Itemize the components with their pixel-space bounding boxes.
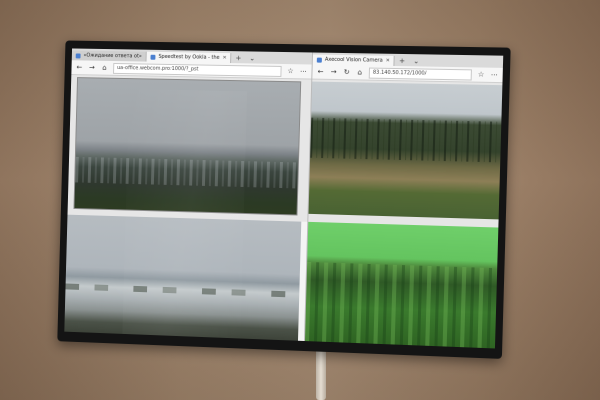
back-button[interactable]: ←: [316, 68, 324, 76]
tab-waiting[interactable]: «Ожидание ответа ot»: [71, 50, 147, 62]
camera-feed-river[interactable]: [64, 214, 302, 342]
address-bar[interactable]: 83.140.50.172/1000/: [368, 67, 472, 81]
more-icon[interactable]: ⋯: [490, 71, 498, 79]
refresh-icon[interactable]: ↻: [343, 68, 351, 76]
wall-scene: «Ожидание ответа ot» Speedtest by Ookla …: [0, 0, 600, 400]
village-houses: [75, 156, 298, 189]
tab-label: «Ожидание ответа ot»: [83, 52, 142, 60]
home-icon[interactable]: ⌂: [100, 64, 108, 72]
camera-icon: [316, 57, 322, 63]
home-icon[interactable]: ⌂: [356, 68, 364, 76]
speedtest-icon: [150, 54, 156, 60]
close-icon[interactable]: ✕: [222, 55, 226, 61]
page-content: [64, 75, 312, 342]
new-tab-button[interactable]: +: [231, 53, 245, 63]
camera-feed-forest[interactable]: [308, 81, 503, 220]
chevron-down-icon[interactable]: ⌄: [245, 53, 259, 63]
close-icon[interactable]: ✕: [386, 58, 390, 64]
wall-mounted-tv: «Ожидание ответа ot» Speedtest by Ookla …: [57, 40, 511, 359]
browser-window-left: «Ожидание ответа ot» Speedtest by Ookla …: [64, 48, 314, 342]
tab-label: Speedtest by Ookla - the: [158, 53, 220, 61]
more-icon[interactable]: ⋯: [299, 67, 307, 75]
camera-feed-green[interactable]: [304, 221, 499, 349]
loading-icon: [75, 52, 81, 58]
forward-button[interactable]: →: [88, 64, 96, 72]
back-button[interactable]: ←: [75, 63, 83, 71]
river-islands: [65, 283, 300, 298]
new-tab-button[interactable]: +: [395, 56, 409, 66]
tab-camera[interactable]: Axecool Vision Camera ✕: [312, 54, 396, 66]
camera-feed-village[interactable]: [73, 77, 302, 216]
star-icon[interactable]: ☆: [286, 67, 294, 75]
tab-speedtest[interactable]: Speedtest by Ookla - the ✕: [146, 51, 232, 64]
tv-screen: «Ожидание ответа ot» Speedtest by Ookla …: [64, 48, 504, 349]
forward-button[interactable]: →: [329, 68, 337, 76]
page-content: [304, 79, 503, 349]
feed-distortion: [304, 261, 498, 349]
chevron-down-icon[interactable]: ⌄: [409, 56, 423, 66]
browser-window-right: Axecool Vision Camera ✕ + ⌄ ← → ↻ ⌂ 83.1…: [304, 52, 504, 349]
star-icon[interactable]: ☆: [477, 70, 485, 78]
pine-trees: [310, 117, 502, 163]
tab-label: Axecool Vision Camera: [324, 56, 383, 64]
address-bar[interactable]: ua-office.webcom.pro:1000/?_pst: [113, 62, 282, 77]
